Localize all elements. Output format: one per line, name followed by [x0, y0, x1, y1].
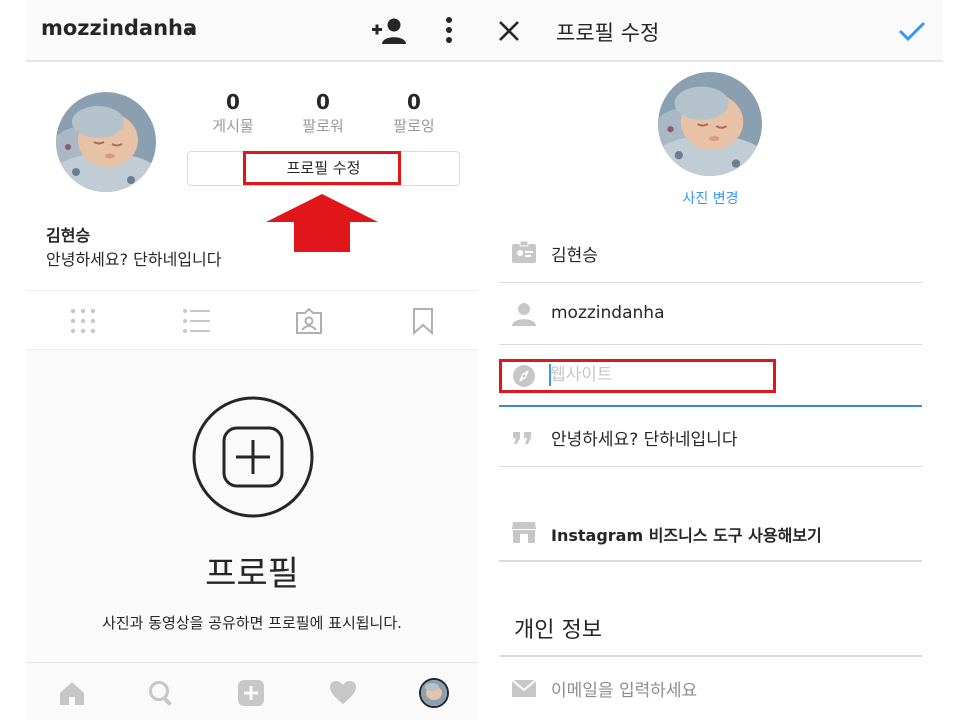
username-field[interactable]: mozzindanha	[499, 284, 922, 345]
tagged-icon[interactable]	[295, 307, 323, 335]
bottom-nav	[26, 662, 478, 720]
quote-icon	[513, 432, 531, 444]
close-icon[interactable]	[498, 20, 520, 42]
username-value: mozzindanha	[551, 303, 665, 323]
annotation-highlight-box	[499, 359, 776, 393]
email-placeholder: 이메일을 입력하세요	[551, 681, 698, 701]
profile-avatar[interactable]	[419, 678, 449, 708]
avatar[interactable]	[658, 72, 762, 176]
business-tools-label: Instagram 비즈니스 도구 사용해보기	[551, 526, 822, 545]
business-tools-row[interactable]: Instagram 비즈니스 도구 사용해보기	[499, 500, 922, 562]
following-label: 팔로잉	[393, 117, 435, 135]
empty-state: 프로필 사진과 동영상을 공유하면 프로필에 표시됩니다.	[26, 350, 478, 662]
activity-heart-icon[interactable]	[329, 679, 357, 707]
username-title[interactable]: mozzindanha	[41, 16, 197, 40]
edit-profile-screen: 프로필 수정 사진 변경 김현승 mozzindanha 웹사이트 안녕하세요?…	[478, 0, 943, 720]
profile-section: 0 게시물 0 팔로워 0 팔로잉 프로필 수정 김현승 안녕하세요? 단하네입…	[26, 62, 478, 290]
chevron-down-icon[interactable]	[186, 28, 196, 34]
full-name: 김현승	[46, 226, 91, 245]
bio-field[interactable]: 안녕하세요? 단하네입니다	[499, 406, 922, 467]
posts-label: 게시물	[212, 117, 254, 135]
edit-profile-header: 프로필 수정	[478, 0, 943, 62]
bookmark-icon[interactable]	[409, 307, 437, 335]
following-stat[interactable]: 0 팔로잉	[369, 90, 459, 138]
home-icon[interactable]	[58, 679, 86, 707]
empty-state-subtitle: 사진과 동영상을 공유하면 프로필에 표시됩니다.	[102, 614, 402, 632]
avatar[interactable]	[56, 92, 156, 192]
divider	[499, 655, 922, 657]
name-value: 김현승	[551, 246, 598, 266]
person-icon	[512, 303, 536, 326]
posts-count: 0	[226, 90, 240, 114]
followers-label: 팔로워	[302, 117, 344, 135]
change-photo-link[interactable]: 사진 변경	[478, 188, 943, 208]
following-count: 0	[407, 90, 421, 114]
annotation-highlight-box	[243, 151, 401, 185]
empty-state-title: 프로필	[205, 554, 299, 594]
search-icon[interactable]	[147, 679, 175, 707]
name-field[interactable]: 김현승	[499, 222, 922, 283]
page-title: 프로필 수정	[556, 21, 660, 45]
followers-stat[interactable]: 0 팔로워	[278, 90, 368, 138]
bio-text: 안녕하세요? 단하네입니다	[46, 250, 222, 269]
new-post-icon[interactable]	[237, 679, 265, 707]
id-card-icon	[512, 240, 536, 263]
more-vertical-icon[interactable]	[442, 16, 456, 46]
shop-icon	[512, 522, 536, 543]
grid-icon[interactable]	[69, 307, 97, 335]
profile-tabs	[26, 290, 478, 350]
private-info-heading: 개인 정보	[514, 618, 602, 643]
email-field[interactable]: 이메일을 입력하세요	[499, 658, 922, 720]
list-icon[interactable]	[182, 307, 210, 335]
checkmark-icon[interactable]	[898, 20, 926, 42]
profile-header: mozzindanha	[26, 0, 478, 62]
followers-count: 0	[316, 90, 330, 114]
profile-screen: mozzindanha 0 게시물 0 팔로워 0 팔로잉 프로필 수정 김현승…	[26, 0, 478, 720]
annotation-up-arrow	[266, 194, 378, 252]
add-user-icon[interactable]	[372, 17, 406, 45]
posts-stat[interactable]: 0 게시물	[188, 90, 278, 138]
mail-icon	[511, 679, 537, 697]
add-photo-icon[interactable]	[192, 396, 314, 518]
bio-value: 안녕하세요? 단하네입니다	[551, 430, 738, 450]
